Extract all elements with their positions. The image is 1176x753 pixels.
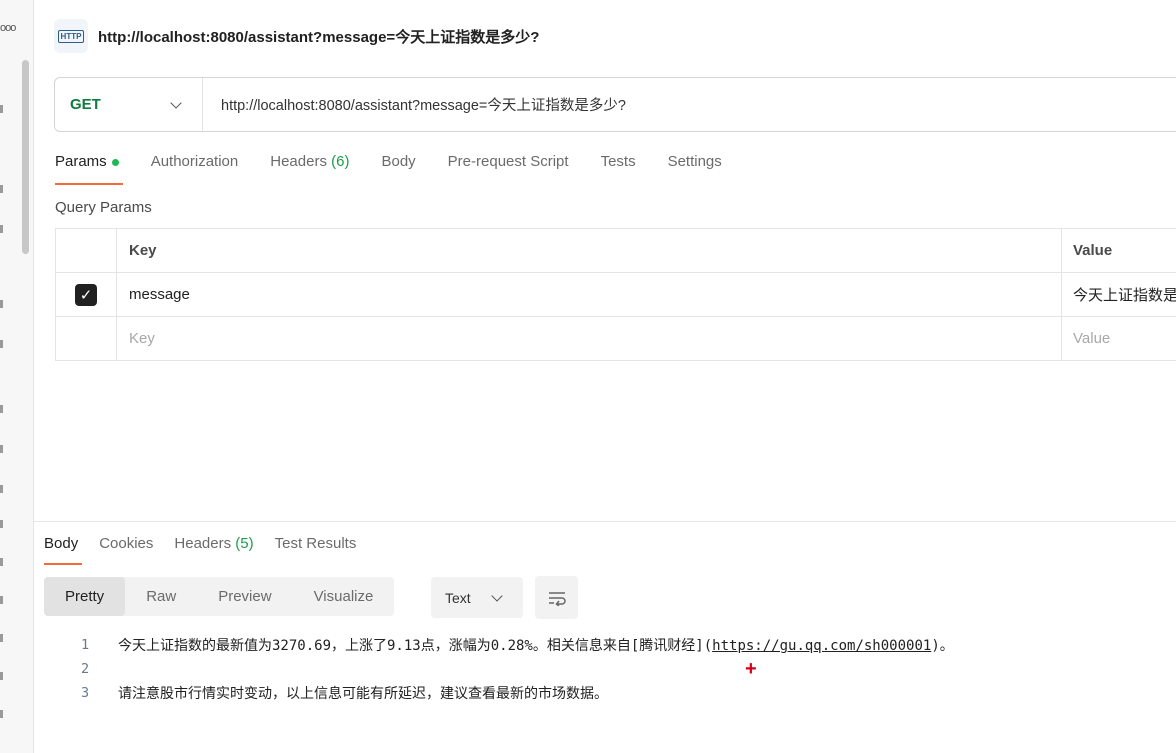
tab-authorization[interactable]: Authorization [151, 153, 239, 185]
tab-headers[interactable]: Headers (6) [270, 153, 349, 185]
tab-label: Cookies [99, 535, 154, 552]
gutter-tick [0, 185, 3, 193]
gutter-tick [0, 340, 3, 348]
query-params-title: Query Params [55, 199, 152, 216]
request-title[interactable]: http://localhost:8080/assistant?message=… [98, 26, 539, 47]
tab-label: Params [55, 153, 107, 170]
chevron-down-icon [491, 589, 503, 602]
request-tabs: Params Authorization Headers (6) Body Pr… [55, 153, 754, 187]
gutter-tick [0, 710, 3, 718]
line-text-part: 今天上证指数的最新值为3270.69，上涨了9.13点，涨幅为0.28%。相关信… [118, 638, 713, 654]
gutter-tick [0, 485, 3, 493]
tab-label: Authorization [150, 153, 239, 170]
response-headers-count: (5) [235, 535, 254, 552]
line-text: 今天上证指数的最新值为3270.69，上涨了9.13点，涨幅为0.28%。相关信… [118, 635, 954, 655]
active-dot-icon [111, 158, 119, 166]
tab-label: Test Results [274, 535, 357, 552]
new-key-input[interactable]: Key [117, 317, 1062, 360]
response-tab-body[interactable]: Body [44, 535, 83, 565]
table-row: ✓ message 今天上证指数是 [56, 273, 1176, 317]
tab-pre-request-script[interactable]: Pre-request Script [448, 153, 569, 185]
response-tab-test-results[interactable]: Test Results [275, 535, 357, 565]
value-column-header: Value [1062, 229, 1176, 272]
gutter-tick [0, 634, 3, 642]
gutter-tick [0, 225, 3, 233]
new-value-input[interactable]: Value [1062, 317, 1176, 360]
line-text-part: )。 [931, 638, 954, 654]
row-checkbox-cell [56, 317, 117, 360]
line-number: 1 [81, 637, 90, 653]
http-icon-label: HTTP [57, 29, 85, 43]
view-visualize-button[interactable]: Visualize [293, 577, 395, 616]
format-select[interactable]: Text [431, 577, 523, 618]
key-column-header: Key [117, 229, 1062, 272]
tab-label: Headers [270, 153, 327, 170]
gutter-tick [0, 520, 3, 528]
wrap-lines-icon [548, 591, 566, 606]
code-line: 3 请注意股市行情实时变动，以上信息可能有所延迟，建议查看最新的市场数据。 [78, 681, 954, 705]
more-icon[interactable]: ooo [0, 22, 16, 34]
view-pretty-button[interactable]: Pretty [44, 577, 126, 616]
sidebar-scrollbar[interactable] [22, 60, 29, 254]
tab-label: Tests [600, 153, 636, 170]
response-tabs: Body Cookies Headers (5) Test Results [44, 535, 377, 567]
tab-label: Pre-request Script [447, 153, 569, 170]
gutter-tick [0, 405, 3, 413]
line-number: 2 [81, 661, 90, 677]
table-header-row: Key Value [56, 229, 1176, 273]
method-label: GET [70, 96, 101, 113]
gutter-tick [0, 596, 3, 604]
view-raw-button[interactable]: Raw [125, 577, 197, 616]
gutter-tick [0, 105, 3, 113]
param-value-cell[interactable]: 今天上证指数是 [1062, 273, 1176, 316]
response-body[interactable]: 1 今天上证指数的最新值为3270.69，上涨了9.13点，涨幅为0.28%。相… [78, 633, 954, 705]
tab-body[interactable]: Body [381, 153, 415, 185]
line-text: 请注意股市行情实时变动，以上信息可能有所延迟，建议查看最新的市场数据。 [118, 686, 608, 702]
left-sidebar-gutter: ooo [0, 0, 34, 753]
response-divider[interactable] [34, 521, 1176, 522]
tab-params[interactable]: Params [55, 153, 123, 185]
line-number: 3 [81, 685, 90, 701]
format-label: Text [445, 589, 471, 606]
tab-label: Body [44, 535, 79, 552]
tab-label: Body [381, 153, 416, 170]
wrap-lines-button[interactable] [535, 576, 578, 619]
tab-tests[interactable]: Tests [601, 153, 636, 185]
gutter-tick [0, 300, 3, 308]
mouse-cursor-icon: + [745, 658, 757, 680]
param-enabled-checkbox[interactable]: ✓ [75, 283, 97, 306]
headers-count: (6) [331, 153, 350, 170]
query-params-table: Key Value ✓ message 今天上证指数是 Key Value [55, 228, 1176, 361]
gutter-tick [0, 672, 3, 680]
gutter-tick [0, 558, 3, 566]
view-mode-group: Pretty Raw Preview Visualize [44, 577, 395, 616]
row-checkbox-cell: ✓ [56, 273, 117, 316]
tab-settings[interactable]: Settings [668, 153, 722, 185]
response-link[interactable]: https://gu.qq.com/sh000001 [712, 638, 931, 654]
url-bar: GET http://localhost:8080/assistant?mess… [54, 77, 1176, 132]
http-request-icon: HTTP [54, 19, 88, 53]
tab-label: Headers [174, 535, 232, 552]
request-title-row: HTTP http://localhost:8080/assistant?mes… [54, 18, 539, 54]
param-key-cell[interactable]: message [117, 273, 1062, 316]
view-preview-button[interactable]: Preview [197, 577, 292, 616]
url-input[interactable]: http://localhost:8080/assistant?message=… [221, 94, 626, 115]
method-select[interactable]: GET [55, 78, 203, 131]
tab-label: Settings [667, 153, 722, 170]
response-tab-headers[interactable]: Headers (5) [174, 535, 253, 565]
gutter-tick [0, 445, 3, 453]
response-tab-cookies[interactable]: Cookies [99, 535, 153, 565]
table-row-empty: Key Value [56, 317, 1176, 361]
checkbox-column-header [56, 229, 117, 272]
chevron-down-icon [170, 96, 182, 109]
code-line: 1 今天上证指数的最新值为3270.69，上涨了9.13点，涨幅为0.28%。相… [78, 633, 954, 657]
code-line: 2 [78, 657, 954, 681]
